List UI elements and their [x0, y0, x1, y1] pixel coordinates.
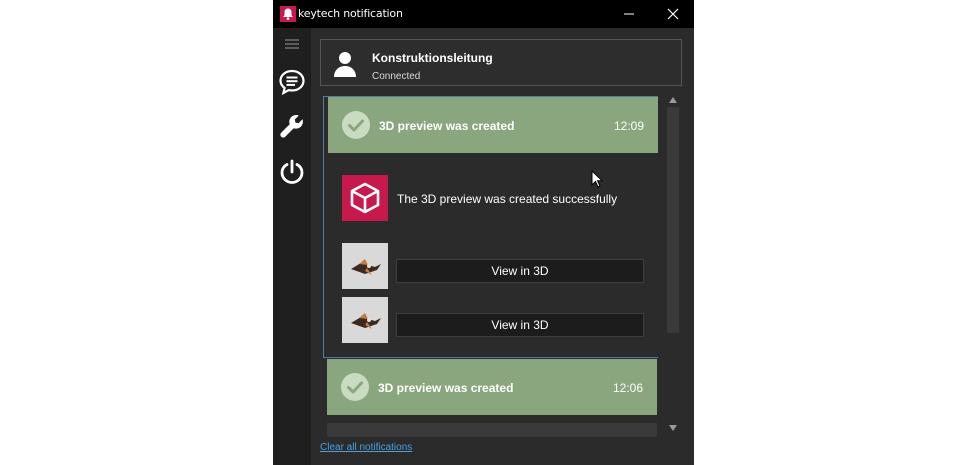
power-icon — [280, 159, 304, 184]
title-bar: keytech notification — [273, 0, 694, 28]
scroll-up-button[interactable] — [666, 93, 680, 107]
check-circle-icon — [342, 111, 370, 139]
sidebar — [273, 28, 311, 465]
sidebar-item-notifications[interactable] — [273, 68, 311, 96]
notification-item-expanded[interactable]: 3D preview was created 12:09 The 3D prev… — [323, 96, 658, 358]
notification-message: The 3D preview was created successfully — [397, 192, 618, 206]
connection-status: Connected — [372, 71, 421, 82]
clear-all-notifications-link[interactable]: Clear all notifications — [320, 442, 412, 453]
model-preview-icon — [351, 313, 381, 329]
connection-name: Konstruktionsleitung — [372, 51, 493, 65]
cube-icon-tile — [342, 175, 388, 221]
triangle-down-icon — [669, 425, 677, 431]
notification-list[interactable]: 3D preview was created 12:09 The 3D prev… — [323, 93, 658, 437]
model-thumbnail[interactable] — [342, 297, 388, 343]
cube-icon — [350, 182, 380, 214]
notification-item-collapsed[interactable]: 3D preview was created 12:06 — [327, 359, 657, 415]
connection-card: Konstruktionsleitung Connected — [320, 39, 682, 86]
chat-icon — [279, 69, 305, 96]
user-avatar-icon — [334, 52, 356, 77]
notification-title: 3D preview was created — [379, 119, 515, 133]
hamburger-icon — [285, 39, 299, 49]
close-button[interactable] — [653, 0, 693, 28]
view-in-3d-button[interactable]: View in 3D — [396, 313, 644, 337]
window-title: keytech notification — [298, 7, 403, 20]
notification-time: 12:09 — [613, 119, 644, 133]
sidebar-menu-button[interactable] — [273, 38, 311, 50]
minimize-button[interactable] — [609, 0, 649, 28]
model-thumbnail[interactable] — [342, 243, 388, 289]
model-preview-icon — [351, 259, 381, 275]
minimize-icon — [624, 13, 634, 15]
notification-item-partial[interactable] — [327, 423, 657, 437]
notification-scrollbar[interactable] — [666, 93, 680, 437]
sidebar-item-power[interactable] — [273, 158, 311, 186]
scroll-down-button[interactable] — [666, 421, 680, 435]
notification-time: 12:06 — [612, 381, 643, 395]
close-icon — [667, 8, 679, 20]
notification-title: 3D preview was created — [378, 381, 514, 395]
sidebar-item-settings[interactable] — [273, 113, 311, 141]
notification-window: keytech notification Konstruktionsleitun… — [273, 0, 694, 465]
wrench-icon — [280, 115, 303, 138]
view-in-3d-button[interactable]: View in 3D — [396, 259, 644, 283]
notification-header[interactable]: 3D preview was created 12:09 — [328, 97, 658, 153]
bell-icon — [280, 6, 296, 22]
check-circle-icon — [341, 373, 369, 401]
mouse-cursor-icon — [591, 170, 603, 188]
triangle-up-icon — [669, 97, 677, 103]
scrollbar-thumb[interactable] — [667, 107, 679, 333]
